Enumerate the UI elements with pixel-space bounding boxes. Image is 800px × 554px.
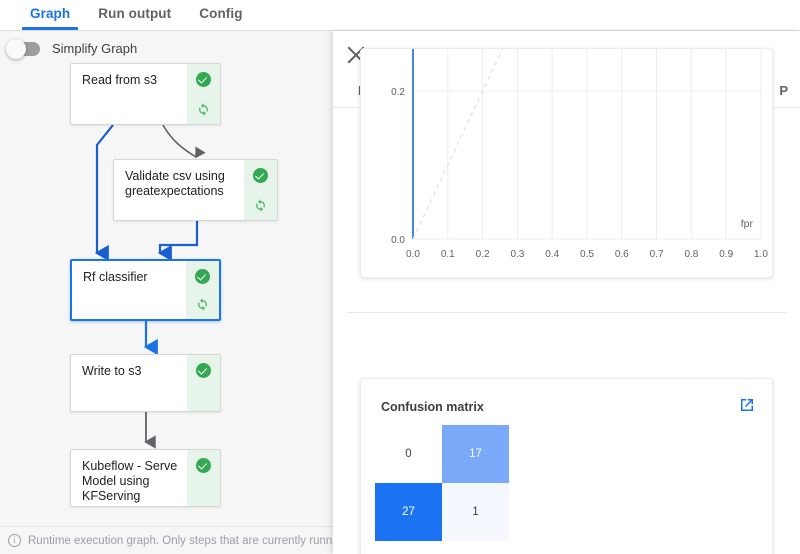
svg-text:0.2: 0.2 (391, 87, 405, 98)
node-label: Read from s3 (82, 73, 158, 87)
svg-text:0.3: 0.3 (510, 249, 524, 260)
side-panel-body: 0.00.20.40.00.10.20.30.40.50.60.70.80.91… (333, 48, 800, 554)
open-in-new-icon[interactable] (738, 396, 756, 414)
node-label: Validate csv using greatexpectations (125, 169, 225, 198)
success-check-icon (195, 269, 210, 284)
svg-text:0.1: 0.1 (441, 249, 455, 260)
status-bar-text: Runtime execution graph. Only steps that… (28, 534, 340, 547)
tab-run-output[interactable]: Run output (84, 0, 185, 30)
confusion-matrix-cell: 0 (375, 425, 442, 483)
confusion-matrix-grid: 0 17 27 1 (375, 425, 509, 541)
svg-text:0.7: 0.7 (650, 249, 664, 260)
roc-curve-chart: 0.00.20.40.00.10.20.30.40.50.60.70.80.91… (391, 49, 768, 260)
cached-icon (198, 298, 207, 311)
cached-icon (256, 199, 265, 212)
roc-curve-card: 0.00.20.40.00.10.20.30.40.50.60.70.80.91… (360, 48, 773, 278)
graph-node-rf-classifier[interactable]: Rf classifier (70, 259, 221, 321)
card-divider (347, 312, 787, 313)
confusion-matrix-title: Confusion matrix (381, 400, 484, 414)
svg-text:1.0: 1.0 (754, 249, 768, 260)
node-label: Write to s3 (82, 364, 142, 378)
node-status-strip (187, 64, 220, 124)
svg-text:fpr: fpr (741, 218, 754, 230)
tab-graph[interactable]: Graph (16, 0, 84, 30)
main-tab-bar: Graph Run output Config (0, 0, 800, 31)
confusion-matrix-card: Confusion matrix 0 17 27 1 (360, 378, 773, 554)
svg-text:0.5: 0.5 (580, 249, 594, 260)
svg-text:0.0: 0.0 (406, 249, 420, 260)
node-status-strip (187, 355, 220, 411)
svg-text:0.9: 0.9 (719, 249, 733, 260)
svg-text:0.6: 0.6 (615, 249, 629, 260)
graph-node-write-to-s3[interactable]: Write to s3 (70, 354, 221, 412)
node-label: Kubeflow - Serve Model using KFServing (82, 459, 178, 503)
confusion-matrix-cell: 17 (442, 425, 509, 483)
node-status-strip (186, 261, 219, 319)
run-details-side-panel: wine-classification-c8ktm-2664965553 Inp… (333, 31, 800, 554)
svg-text:0.8: 0.8 (684, 249, 698, 260)
graph-node-kubeflow-serve-model[interactable]: Kubeflow - Serve Model using KFServing (70, 449, 221, 507)
success-check-icon (196, 363, 211, 378)
confusion-matrix-cell: 1 (442, 483, 509, 541)
svg-text:0.2: 0.2 (476, 249, 490, 260)
node-status-strip (244, 160, 277, 220)
node-status-strip (187, 450, 220, 506)
svg-text:0.0: 0.0 (391, 235, 405, 246)
success-check-icon (196, 72, 211, 87)
graph-node-read-from-s3[interactable]: Read from s3 (70, 63, 221, 125)
success-check-icon (253, 168, 268, 183)
success-check-icon (196, 458, 211, 473)
graph-status-bar: i Runtime execution graph. Only steps th… (0, 526, 340, 554)
node-label: Rf classifier (83, 270, 148, 284)
graph-node-validate-csv[interactable]: Validate csv using greatexpectations (113, 159, 278, 221)
confusion-matrix-cell: 27 (375, 483, 442, 541)
cached-icon (199, 103, 208, 116)
tab-config[interactable]: Config (185, 0, 256, 30)
info-icon: i (8, 534, 21, 547)
svg-text:0.4: 0.4 (545, 249, 559, 260)
